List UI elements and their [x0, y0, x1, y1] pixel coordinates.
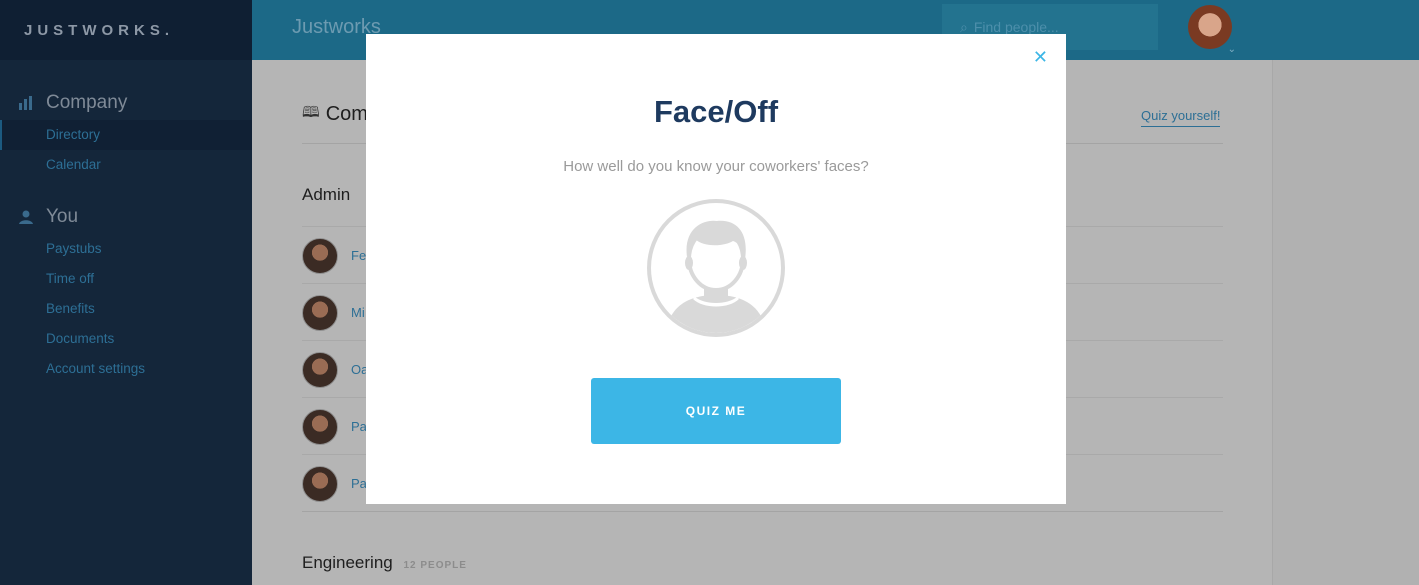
sidebar-item-benefits[interactable]: Benefits — [0, 294, 252, 324]
person-name[interactable]: Pa — [351, 419, 367, 434]
quiz-me-button[interactable]: QUIZ ME — [591, 378, 841, 444]
nav-heading-label: Company — [46, 92, 128, 113]
person-name[interactable]: Fe — [351, 248, 366, 263]
search-placeholder: Find people... — [973, 19, 1059, 35]
sidebar-item-calendar[interactable]: Calendar — [0, 150, 252, 180]
right-panel — [1272, 60, 1419, 585]
face-avatar-icon — [645, 197, 787, 339]
quiz-yourself-link[interactable]: Quiz yourself! — [1141, 108, 1221, 127]
nav-section-you: You Paystubs Time off Benefits Documents… — [0, 206, 252, 384]
close-icon[interactable]: ✕ — [1033, 48, 1048, 66]
sidebar-item-paystubs[interactable]: Paystubs — [0, 234, 252, 264]
nav-heading-you: You — [0, 206, 252, 228]
avatar — [302, 351, 338, 388]
page-title-text: Com — [325, 103, 368, 125]
person-name[interactable]: Pa — [351, 476, 367, 491]
bar-chart-icon — [18, 95, 34, 111]
person-icon — [18, 209, 34, 225]
group-title-admin: Admin — [302, 185, 350, 205]
sidebar-item-directory[interactable]: Directory — [0, 120, 252, 150]
sidebar-item-account-settings[interactable]: Account settings — [0, 354, 252, 384]
group-name: Admin — [302, 185, 351, 204]
logo[interactable]: JUSTWORKS. — [0, 0, 252, 60]
modal-subtitle: How well do you know your coworkers' fac… — [563, 158, 869, 175]
avatar — [302, 408, 338, 445]
person-name[interactable]: Mi — [351, 305, 365, 320]
sidebar-item-documents[interactable]: Documents — [0, 324, 252, 354]
group-name: Engineering — [302, 553, 393, 572]
avatar — [302, 465, 338, 502]
nav-section-company: Company Directory Calendar — [0, 92, 252, 180]
group-title-engineering: Engineering 12 PEOPLE — [302, 553, 467, 573]
avatar — [302, 237, 338, 274]
group-count: 12 PEOPLE — [403, 560, 467, 571]
divider — [302, 511, 1223, 512]
chevron-down-icon: ⌄ — [1227, 44, 1236, 55]
modal-title: Face/Off — [653, 94, 779, 129]
sidebar: JUSTWORKS. Company Directory Calendar Yo… — [0, 0, 252, 585]
book-icon: 🕮 — [302, 104, 320, 121]
search-icon: ⌕ — [960, 18, 968, 35]
page-title: 🕮 Com — [302, 102, 368, 127]
nav-heading-label: You — [46, 206, 79, 227]
avatar — [302, 294, 338, 331]
user-avatar-menu[interactable]: ⌄ — [1188, 5, 1236, 55]
sidebar-item-time-off[interactable]: Time off — [0, 264, 252, 294]
nav-heading-company: Company — [0, 92, 252, 114]
face-off-modal: ✕ Face/Off How well do you know your cow… — [366, 34, 1066, 504]
